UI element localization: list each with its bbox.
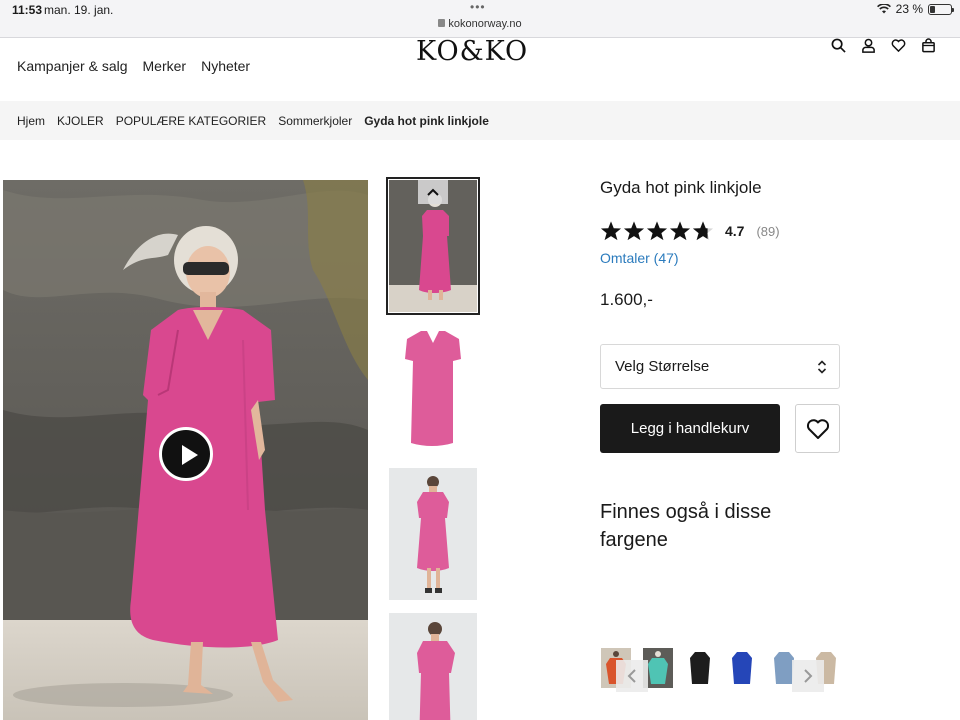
color-swatch-blue[interactable] [727,648,757,688]
main-nav: Kampanjer & salg Merker Nyheter [17,58,250,74]
chevron-up-icon [427,188,439,196]
thumbnails-up-button[interactable] [418,180,448,204]
status-bar: 11:53 man. 19. jan. ••• kokonorway.no 23… [0,0,960,38]
breadcrumb-hjem[interactable]: Hjem [17,114,45,128]
status-date: man. 19. jan. [44,3,114,17]
status-right: 23 % [876,2,954,16]
star-partial-icon [692,221,714,241]
user-icon[interactable] [861,38,876,53]
size-select-label: Velg Størrelse [615,358,710,375]
product-rating[interactable]: 4.7 (89) [600,220,780,242]
nav-item-nyheter[interactable]: Nyheter [201,58,250,74]
heart-icon [806,418,829,439]
chevron-left-icon [627,669,636,683]
rating-value: 4.7 [725,223,745,239]
breadcrumb-populaere[interactable]: POPULÆRE KATEGORIER [116,114,266,128]
star-full-icon [646,221,668,241]
star-full-icon [600,221,622,241]
url-text: kokonorway.no [448,18,522,30]
size-select[interactable]: Velg Størrelse [600,344,840,389]
battery-percent: 23 % [895,2,923,16]
breadcrumb-current: Gyda hot pink linkjole [364,113,489,128]
thumb-photo-2 [389,323,477,455]
site-logo[interactable]: KO&KO [416,36,528,67]
search-icon[interactable] [831,38,846,53]
status-time: 11:53 [12,3,43,17]
breadcrumb: Hjem KJOLER POPULÆRE KATEGORIER Sommerkj… [0,101,960,140]
thumbnail-4[interactable] [389,613,477,720]
address-bar[interactable]: kokonorway.no [0,18,960,30]
reviews-link[interactable]: Omtaler (47) [600,250,679,266]
colors-prev-button[interactable] [616,660,648,692]
thumb-photo-3 [389,468,477,600]
rating-count: (89) [756,223,780,239]
nav-item-kampanjer[interactable]: Kampanjer & salg [17,58,128,74]
other-colors-title: Finnes også i disse fargene [600,501,772,551]
chevron-right-icon [804,669,813,683]
product-title: Gyda hot pink linkjole [600,178,762,197]
play-video-button[interactable] [159,427,213,481]
play-icon [182,445,198,465]
thumbnail-3[interactable] [389,468,477,600]
bag-icon[interactable] [921,38,936,53]
add-to-cart-button[interactable]: Legg i handlekurv [600,404,780,453]
star-full-icon [623,221,645,241]
thumb-photo-4 [389,613,477,720]
header-icons [831,38,936,53]
product-price: 1.600,- [600,290,653,309]
wifi-icon [876,4,891,14]
main-product-image[interactable] [3,180,368,720]
wishlist-button[interactable] [795,404,840,453]
breadcrumb-kjoler[interactable]: KJOLER [57,114,104,128]
nav-item-merker[interactable]: Merker [143,58,187,74]
star-full-icon [669,221,691,241]
heart-icon[interactable] [891,38,906,53]
colors-next-button[interactable] [792,660,824,692]
color-swatch-black[interactable] [685,648,715,688]
thumbnail-2[interactable] [389,323,477,455]
breadcrumb-sommerkjoler[interactable]: Sommerkjoler [278,114,352,128]
site-header: KO&KO Kampanjer & salg Merker Nyheter [0,36,960,101]
lock-icon [438,19,446,27]
chevron-updown-icon [817,360,827,374]
more-dots-icon[interactable]: ••• [470,0,486,14]
battery-icon [928,3,954,15]
